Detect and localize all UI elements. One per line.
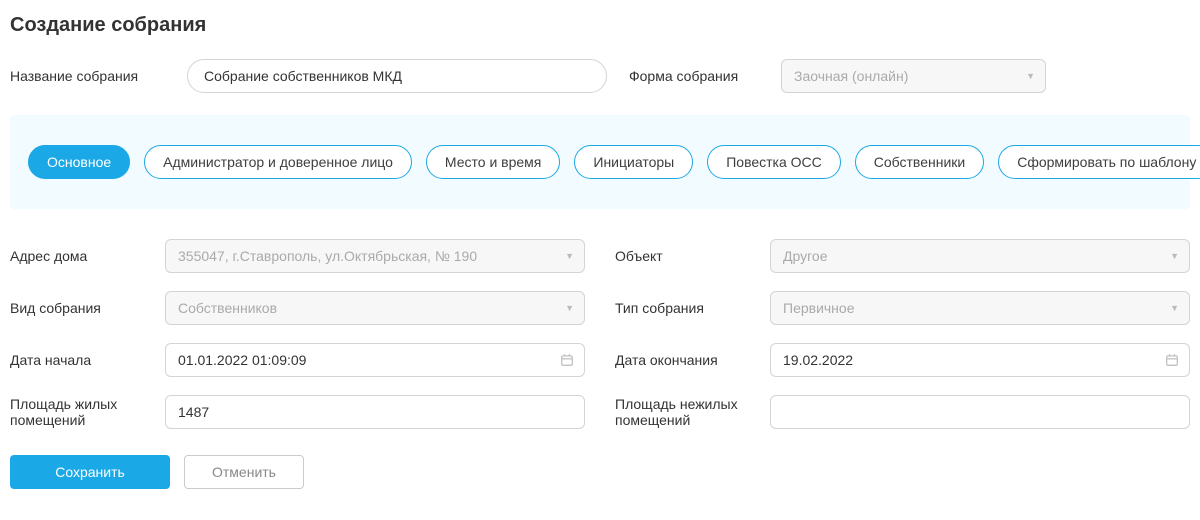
tab-initiators[interactable]: Инициаторы <box>574 145 693 179</box>
tab-place-time[interactable]: Место и время <box>426 145 560 179</box>
chevron-down-icon: ▼ <box>1026 71 1035 81</box>
cancel-button[interactable]: Отменить <box>184 455 304 489</box>
chevron-down-icon: ▼ <box>565 251 574 261</box>
end-date-input[interactable]: 19.02.2022 <box>770 343 1190 377</box>
start-date-label: Дата начала <box>10 352 165 368</box>
type-value: Первичное <box>783 300 855 316</box>
nonresidential-area-input[interactable] <box>770 395 1190 429</box>
residential-area-label: Площадь жилых помещений <box>10 396 165 428</box>
nonresidential-area-label: Площадь нежилых помещений <box>615 396 770 428</box>
address-select[interactable]: 355047, г.Ставрополь, ул.Октябрьская, № … <box>165 239 585 273</box>
tab-admin[interactable]: Администратор и доверенное лицо <box>144 145 412 179</box>
meeting-form-label: Форма собрания <box>629 68 759 84</box>
chevron-down-icon: ▼ <box>1170 303 1179 313</box>
type-label: Тип собрания <box>615 300 770 316</box>
end-date-value: 19.02.2022 <box>783 352 853 368</box>
object-select[interactable]: Другое ▼ <box>770 239 1190 273</box>
object-value: Другое <box>783 248 827 264</box>
page-title: Создание собрания <box>10 14 1190 37</box>
tab-main[interactable]: Основное <box>28 145 130 179</box>
residential-area-input[interactable] <box>165 395 585 429</box>
kind-value: Собственников <box>178 300 277 316</box>
meeting-name-label: Название собрания <box>10 68 165 84</box>
tabs-bar: Основное Администратор и доверенное лицо… <box>10 115 1190 209</box>
address-value: 355047, г.Ставрополь, ул.Октябрьская, № … <box>178 248 477 264</box>
save-button[interactable]: Сохранить <box>10 455 170 489</box>
kind-select[interactable]: Собственников ▼ <box>165 291 585 325</box>
type-select[interactable]: Первичное ▼ <box>770 291 1190 325</box>
tab-owners[interactable]: Собственники <box>855 145 984 179</box>
tab-template[interactable]: Сформировать по шаблону <box>998 145 1200 179</box>
meeting-name-input[interactable] <box>187 59 607 93</box>
object-label: Объект <box>615 248 770 264</box>
tab-agenda[interactable]: Повестка ОСС <box>707 145 841 179</box>
chevron-down-icon: ▼ <box>565 303 574 313</box>
meeting-form-value: Заочная (онлайн) <box>794 68 908 84</box>
calendar-icon <box>560 353 574 367</box>
end-date-label: Дата окончания <box>615 352 770 368</box>
start-date-input[interactable]: 01.01.2022 01:09:09 <box>165 343 585 377</box>
address-label: Адрес дома <box>10 248 165 264</box>
meeting-form-select[interactable]: Заочная (онлайн) ▼ <box>781 59 1046 93</box>
start-date-value: 01.01.2022 01:09:09 <box>178 352 306 368</box>
kind-label: Вид собрания <box>10 300 165 316</box>
chevron-down-icon: ▼ <box>1170 251 1179 261</box>
calendar-icon <box>1165 353 1179 367</box>
